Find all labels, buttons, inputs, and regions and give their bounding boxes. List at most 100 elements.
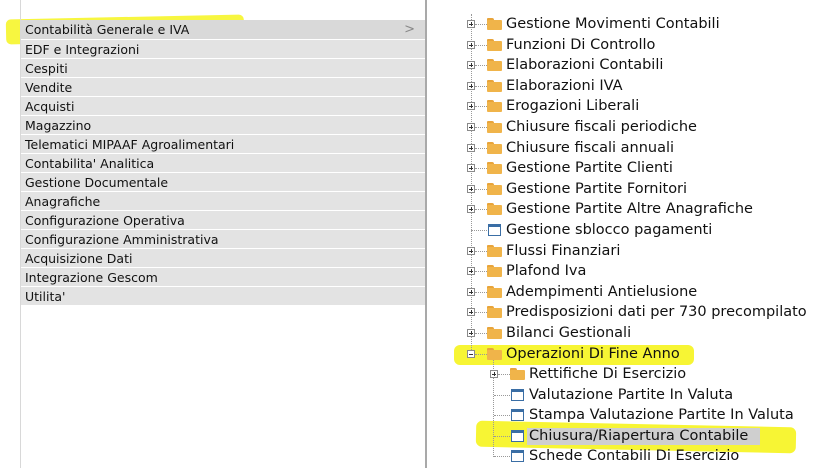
tree-connector xyxy=(475,147,487,150)
menu-item-acquisti[interactable]: Acquisti xyxy=(21,97,425,116)
expand-icon[interactable] xyxy=(467,205,475,214)
expand-icon[interactable] xyxy=(467,20,475,28)
expand-icon[interactable] xyxy=(467,308,475,317)
expand-icon[interactable] xyxy=(467,164,475,173)
menu-item-cespiti[interactable]: Cespiti xyxy=(21,59,425,78)
tree-node-label: Chiusure fiscali annuali xyxy=(506,139,675,156)
expand-icon[interactable] xyxy=(467,122,475,131)
tree-node-schede-contabili-di-esercizio[interactable]: Schede Contabili Di Esercizio xyxy=(460,446,824,467)
expand-icon[interactable] xyxy=(467,143,475,152)
expand-icon[interactable] xyxy=(467,184,475,193)
tree-node-gestione-partite-clienti[interactable]: Gestione Partite Clienti xyxy=(460,158,824,179)
tree-node-elaborazioni-iva[interactable]: Elaborazioni IVA xyxy=(460,76,824,97)
folder-icon xyxy=(487,18,502,30)
tree-connector xyxy=(475,188,487,191)
folder-icon xyxy=(487,306,502,319)
folder-icon xyxy=(487,100,502,113)
tree-node-gestione-sblocco-pagamenti[interactable]: Gestione sblocco pagamenti xyxy=(460,220,824,241)
tree-node-gestione-partite-fornitori[interactable]: Gestione Partite Fornitori xyxy=(460,179,824,200)
menu-item-contabilita-generale[interactable]: Contabilità Generale e IVA > xyxy=(21,20,425,40)
tree-node-chiusure-fiscali-periodiche[interactable]: Chiusure fiscali periodiche xyxy=(460,117,824,138)
folder-icon xyxy=(487,203,502,216)
expand-icon[interactable] xyxy=(467,267,475,276)
menu-item-label: Gestione Documentale xyxy=(25,175,169,190)
tree-node-label: Rettifiche Di Esercizio xyxy=(529,366,687,383)
tree-node-label: Elaborazioni IVA xyxy=(506,77,623,94)
tree-node-gestione-partite-altre-anagrafiche[interactable]: Gestione Partite Altre Anagrafiche xyxy=(460,199,824,220)
tree-connector xyxy=(494,415,510,417)
menu-item-label: Configurazione Amministrativa xyxy=(25,232,219,247)
folder-icon xyxy=(487,79,502,92)
tree-node-operazioni-di-fine-anno[interactable]: Operazioni Di Fine Anno xyxy=(460,344,824,365)
menu-item-label: Cespiti xyxy=(25,61,68,76)
tree-node-erogazioni-liberali[interactable]: Erogazioni Liberali xyxy=(460,96,824,117)
menu-item-telematici[interactable]: Telematici MIPAAF Agroalimentari xyxy=(21,135,425,154)
expand-icon[interactable] xyxy=(467,287,475,296)
expand-icon[interactable] xyxy=(467,40,475,49)
menu-item-label: Utilita' xyxy=(25,289,66,304)
tree-connector xyxy=(475,85,487,88)
tree-connector xyxy=(471,229,487,232)
tree-connector xyxy=(475,291,487,294)
menu-item-vendite[interactable]: Vendite xyxy=(21,78,425,97)
expand-icon[interactable] xyxy=(467,102,475,111)
tree-connector xyxy=(475,332,487,335)
main-menu-list: Contabilità Generale e IVA > EDF e Integr… xyxy=(21,20,425,306)
tree-node-label: Valutazione Partite In Valuta xyxy=(529,386,734,403)
tree-connector xyxy=(494,456,510,458)
menu-item-config-operativa[interactable]: Configurazione Operativa xyxy=(21,211,425,230)
folder-icon xyxy=(487,265,502,278)
tree-node-label: Erogazioni Liberali xyxy=(506,98,640,115)
expand-icon[interactable] xyxy=(467,61,475,70)
tree-connector xyxy=(475,353,487,356)
tree-node-chiusura-riapertura-contabile[interactable]: Chiusura/Riapertura Contabile xyxy=(460,426,824,447)
menu-item-gestione-documentale[interactable]: Gestione Documentale xyxy=(21,173,425,192)
tree-connector xyxy=(475,250,487,253)
menu-item-config-amministrativa[interactable]: Configurazione Amministrativa xyxy=(21,230,425,249)
panel-splitter[interactable] xyxy=(425,0,427,468)
menu-item-magazzino[interactable]: Magazzino xyxy=(21,116,425,135)
menu-item-contabilita-analitica[interactable]: Contabilita' Analitica xyxy=(21,154,425,173)
tree-node-elaborazioni-contabili[interactable]: Elaborazioni Contabili xyxy=(460,55,824,76)
tree-node-bilanci-gestionali[interactable]: Bilanci Gestionali xyxy=(460,323,824,344)
expand-icon[interactable] xyxy=(467,328,475,337)
tree-connector xyxy=(475,106,487,108)
window-icon xyxy=(511,409,524,422)
folder-icon xyxy=(487,38,502,51)
tree-node-chiusure-fiscali-annuali[interactable]: Chiusure fiscali annuali xyxy=(460,138,824,159)
tree-node-valutazione-partite-in-valuta[interactable]: Valutazione Partite In Valuta xyxy=(460,385,824,406)
collapse-icon[interactable] xyxy=(467,349,475,358)
menu-item-anagrafiche[interactable]: Anagrafiche xyxy=(21,192,425,211)
tree-connector xyxy=(498,374,510,376)
tree-node-flussi-finanziari[interactable]: Flussi Finanziari xyxy=(460,241,824,262)
menu-item-label: Acquisizione Dati xyxy=(25,251,133,266)
tree-node-label: Chiusure fiscali periodiche xyxy=(506,118,697,135)
tree-node-gestione-movimenti-contabili[interactable]: Gestione Movimenti Contabili xyxy=(460,14,824,35)
tree-node-label: Bilanci Gestionali xyxy=(506,324,632,341)
main-menu-panel: Contabilità Generale e IVA > EDF e Integr… xyxy=(0,0,428,468)
tree-node-predisposizioni-dati-per-730-precompilato[interactable]: Predisposizioni dati per 730 precompilat… xyxy=(460,302,824,323)
menu-item-edf[interactable]: EDF e Integrazioni xyxy=(21,40,425,59)
menu-item-label: Contabilita' Analitica xyxy=(25,156,155,171)
folder-icon xyxy=(487,141,502,154)
tree-node-label: Elaborazioni Contabili xyxy=(506,57,664,74)
tree-node-adempimenti-antielusione[interactable]: Adempimenti Antielusione xyxy=(460,282,824,303)
tree-node-rettifiche-di-esercizio[interactable]: Rettifiche Di Esercizio xyxy=(460,364,824,385)
tree-connector xyxy=(475,44,487,47)
folder-icon xyxy=(487,326,502,339)
folder-icon xyxy=(487,120,502,133)
menu-item-label: Configurazione Operativa xyxy=(25,213,185,228)
menu-item-utilita[interactable]: Utilita' xyxy=(21,287,425,306)
tree-node-label: Gestione Movimenti Contabili xyxy=(506,16,720,32)
folder-icon xyxy=(487,162,502,175)
menu-item-integrazione-gescom[interactable]: Integrazione Gescom xyxy=(21,268,425,287)
tree-node-plafond-iva[interactable]: Plafond Iva xyxy=(460,261,824,282)
expand-icon[interactable] xyxy=(490,370,498,379)
function-tree: Gestione Movimenti Contabili Funzioni Di … xyxy=(454,14,824,467)
expand-icon[interactable] xyxy=(467,81,475,90)
window-icon xyxy=(511,450,524,463)
menu-item-acquisizione-dati[interactable]: Acquisizione Dati xyxy=(21,249,425,268)
expand-icon[interactable] xyxy=(467,246,475,255)
tree-node-stampa-valutazione-partite-in-valuta[interactable]: Stampa Valutazione Partite In Valuta xyxy=(460,405,824,426)
tree-node-funzioni-di-controllo[interactable]: Funzioni Di Controllo xyxy=(460,35,824,56)
